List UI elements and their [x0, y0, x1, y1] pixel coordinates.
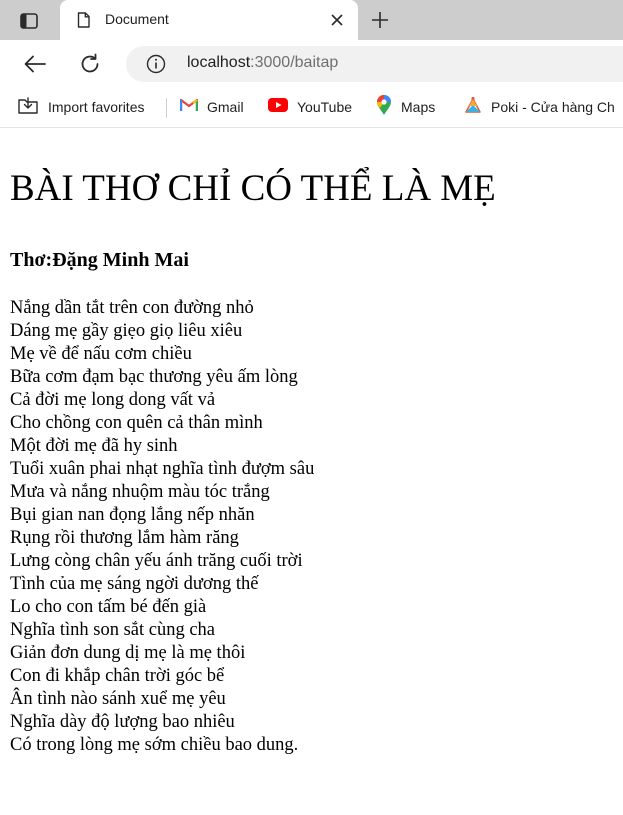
- url-host: localhost: [187, 54, 251, 71]
- poem-line: Giản đơn dung dị mẹ là mẹ thôi: [10, 643, 246, 663]
- page-content: BÀI THƠ CHỈ CÓ THỂ LÀ MẸ Thơ:Đặng Minh M…: [0, 129, 623, 815]
- poem-line: Lưng còng chân yếu ánh trăng cuối trời: [10, 551, 303, 571]
- site-info-icon[interactable]: [146, 54, 166, 74]
- favorite-youtube[interactable]: YouTube: [268, 96, 352, 118]
- url-text[interactable]: localhost:3000/baitap: [187, 54, 338, 72]
- favorite-import-favorites[interactable]: Import favorites: [17, 96, 144, 118]
- document-icon: [75, 10, 91, 30]
- poem-line: Dáng mẹ gầy giẹo giọ liêu xiêu: [10, 321, 243, 341]
- tab-actions-icon[interactable]: [12, 8, 46, 34]
- poem-line: Bụi gian nan đọng lắng nếp nhăn: [10, 505, 255, 525]
- poem-body: Nắng dần tắt trên con đường nhỏ Dáng mẹ …: [10, 297, 314, 757]
- poem-line: Nghĩa dày độ lượng bao nhiêu: [10, 712, 235, 732]
- reload-icon[interactable]: [78, 52, 102, 76]
- new-tab-icon[interactable]: [368, 8, 392, 32]
- poem-line: Lo cho con tấm bé đến già: [10, 597, 207, 617]
- favorite-label: Poki - Cửa hàng Ch: [491, 99, 615, 115]
- poem-line: Tình của mẹ sáng ngời dương thế: [10, 574, 259, 594]
- poem-line: Bữa cơm đạm bạc thương yêu ấm lòng: [10, 367, 298, 387]
- poem-line: Cho chồng con quên cả thân mình: [10, 413, 263, 433]
- back-arrow-icon[interactable]: [23, 52, 47, 76]
- favorite-maps[interactable]: Maps: [376, 94, 436, 121]
- tab-title: Document: [105, 11, 169, 27]
- url-path: :3000/baitap: [250, 54, 339, 71]
- youtube-icon: [268, 97, 288, 117]
- poem-line: Một đời mẹ đã hy sinh: [10, 436, 178, 456]
- poem-line: Cả đời mẹ long dong vất vả: [10, 390, 216, 410]
- poem-line: Nghĩa tình son sắt cùng cha: [10, 620, 215, 640]
- poem-line: Mưa và nắng nhuộm màu tóc trắng: [10, 482, 270, 502]
- import-favorites-icon: [17, 95, 39, 120]
- favorite-label: Gmail: [207, 99, 244, 115]
- poem-line: Nắng dần tắt trên con đường nhỏ: [10, 298, 254, 318]
- favorite-label: Import favorites: [48, 99, 145, 115]
- poem-line: Có trong lòng mẹ sớm chiều bao dung.: [10, 735, 299, 755]
- poem-title: BÀI THƠ CHỈ CÓ THỂ LÀ MẸ: [10, 168, 496, 209]
- toolbar: localhost:3000/baitap: [0, 40, 623, 88]
- favorite-label: Maps: [401, 99, 436, 115]
- poem-line: Rụng rồi thương lắm hàm răng: [10, 528, 239, 548]
- tab-strip: Document: [0, 0, 623, 40]
- poem-author: Thơ:Đặng Minh Mai: [10, 249, 189, 271]
- favorites-bar: Import favorites Gmail YouTube Maps Poki…: [0, 88, 623, 128]
- gmail-icon: [179, 98, 199, 117]
- favorites-separator: [166, 98, 167, 118]
- favorite-gmail[interactable]: Gmail: [179, 96, 244, 118]
- tab-document[interactable]: Document: [60, 0, 358, 40]
- maps-icon: [376, 94, 392, 121]
- close-tab-icon[interactable]: [326, 9, 348, 31]
- favorite-poki[interactable]: Poki - Cửa hàng Ch: [464, 96, 615, 118]
- poki-icon: [464, 96, 482, 119]
- poem-line: Ân tình nào sánh xuể mẹ yêu: [10, 689, 226, 709]
- poem-line: Mẹ về để nấu cơm chiều: [10, 344, 192, 364]
- address-bar[interactable]: localhost:3000/baitap: [126, 46, 623, 82]
- poem-line: Con đi khắp chân trời góc bể: [10, 666, 225, 686]
- favorite-label: YouTube: [297, 99, 353, 115]
- poem-line: Tuổi xuân phai nhạt nghĩa tình đượm sâu: [10, 459, 315, 479]
